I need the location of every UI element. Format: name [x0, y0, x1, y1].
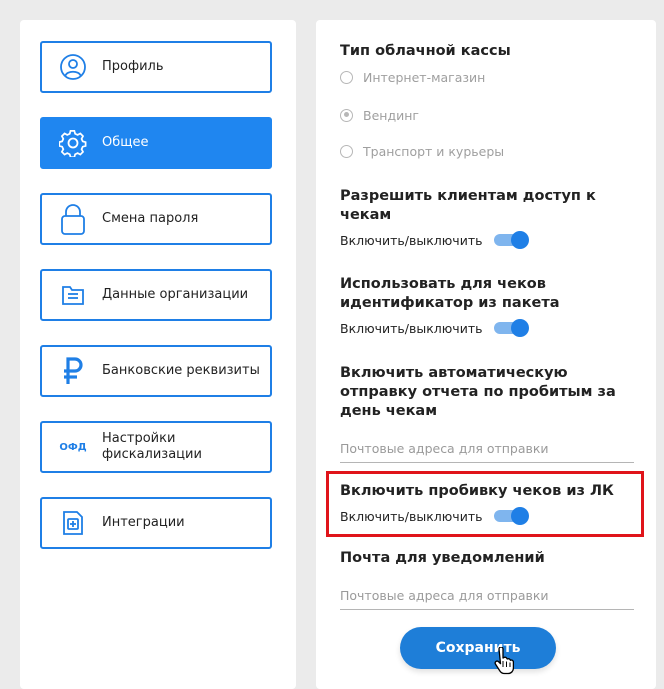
- radio-button[interactable]: [340, 108, 353, 122]
- nav-item-integrations[interactable]: Интеграции: [40, 497, 272, 549]
- client-access-title: Разрешить клиентам доступ к чекам: [340, 188, 596, 223]
- nav-item-label: Данные организации: [102, 287, 249, 302]
- nav-item-label: Профиль: [102, 59, 164, 74]
- auto-report-title: Включить автоматическую отправку отчета …: [340, 365, 616, 419]
- lock-icon: [58, 204, 88, 235]
- nav-item-label: Интеграции: [102, 515, 185, 530]
- ruble-icon: [58, 356, 88, 386]
- cashbox-type-title: Тип облачной кассы: [340, 43, 511, 59]
- package-id-toggle-row: Включить/выключить: [340, 318, 530, 338]
- settings-nav-panel: Профиль Общее Смена пароля Данные органи…: [20, 20, 296, 689]
- radio-label: Интернет-магазин: [363, 69, 486, 85]
- radio-option-online-store[interactable]: Интернет-магазин: [340, 68, 485, 86]
- lk-receipts-title: Включить пробивку чеков из ЛК: [340, 483, 614, 499]
- notifications-email-input[interactable]: [340, 583, 634, 610]
- radio-button[interactable]: [340, 70, 353, 84]
- notifications-title: Почта для уведомлений: [340, 550, 545, 566]
- toggle-knob: [511, 507, 530, 525]
- nav-item-fiscal-settings[interactable]: ОФД Настройки фискализации: [40, 421, 272, 473]
- lk-receipts-toggle[interactable]: [494, 507, 530, 525]
- nav-item-organization[interactable]: Данные организации: [40, 269, 272, 321]
- package-id-toggle[interactable]: [494, 319, 530, 337]
- toggle-knob: [511, 231, 530, 249]
- toggle-label: Включить/выключить: [340, 508, 483, 524]
- nav-item-password[interactable]: Смена пароля: [40, 193, 272, 245]
- toggle-label: Включить/выключить: [340, 232, 483, 248]
- toggle-label: Включить/выключить: [340, 320, 483, 336]
- nav-item-general[interactable]: Общее: [40, 117, 272, 169]
- radio-button[interactable]: [340, 144, 353, 158]
- gear-icon: [58, 128, 88, 158]
- radio-label: Вендинг: [363, 107, 419, 123]
- auto-report-email-input[interactable]: [340, 436, 634, 463]
- nav-item-bank-details[interactable]: Банковские реквизиты: [40, 345, 272, 397]
- package-id-title: Использовать для чеков идентификатор из …: [340, 276, 560, 311]
- nav-item-profile[interactable]: Профиль: [40, 41, 272, 93]
- nav-item-label: Смена пароля: [102, 211, 199, 226]
- folder-icon: [58, 280, 88, 310]
- ofd-icon: ОФД: [59, 441, 87, 453]
- radio-label: Транспорт и курьеры: [363, 143, 505, 159]
- client-access-toggle-row: Включить/выключить: [340, 230, 530, 250]
- lk-receipts-toggle-row: Включить/выключить: [340, 506, 530, 526]
- client-access-toggle[interactable]: [494, 231, 530, 249]
- save-button[interactable]: Сохранить: [400, 627, 556, 669]
- toggle-knob: [511, 319, 530, 337]
- nav-item-label: Настройки фискализации: [102, 431, 202, 462]
- settings-form-panel: Тип облачной кассы Интернет-магазин Венд…: [316, 20, 656, 689]
- nav-item-label: Банковские реквизиты: [102, 363, 260, 378]
- user-icon: [58, 52, 88, 82]
- integration-icon: [58, 508, 88, 538]
- radio-option-transport[interactable]: Транспорт и курьеры: [340, 142, 504, 160]
- nav-item-label: Общее: [102, 135, 149, 150]
- radio-option-vending[interactable]: Вендинг: [340, 106, 419, 124]
